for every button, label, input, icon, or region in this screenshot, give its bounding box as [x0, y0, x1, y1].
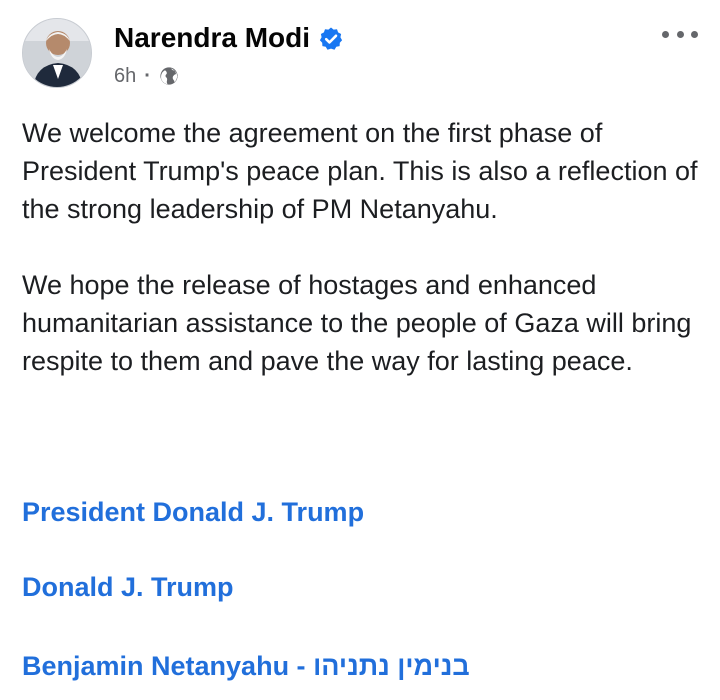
verified-badge-icon — [319, 27, 343, 50]
post-header: Narendra Modi 6h · — [22, 18, 698, 90]
more-dot — [691, 30, 698, 38]
globe-icon[interactable] — [159, 66, 179, 86]
mention-link-donald-trump[interactable]: Donald J. Trump — [22, 569, 234, 605]
post-timestamp[interactable]: 6h — [114, 65, 136, 88]
post-text: We welcome the agreement on the first ph… — [22, 114, 702, 380]
meta-separator: · — [144, 64, 151, 87]
post-paragraph: We hope the release of hostages and enha… — [22, 270, 692, 376]
author-avatar[interactable] — [22, 18, 92, 88]
mention-link-president-trump[interactable]: President Donald J. Trump — [22, 494, 364, 530]
author-name[interactable]: Narendra Modi — [114, 20, 310, 56]
mention-link-netanyahu[interactable]: Benjamin Netanyahu - בנימין נתניהו — [22, 648, 470, 684]
post-paragraph: We welcome the agreement on the first ph… — [22, 118, 698, 224]
more-options-icon[interactable] — [662, 24, 698, 44]
avatar-image — [23, 19, 91, 87]
post-meta: 6h · — [114, 62, 179, 90]
more-dot — [662, 30, 669, 38]
more-dot — [676, 30, 684, 38]
